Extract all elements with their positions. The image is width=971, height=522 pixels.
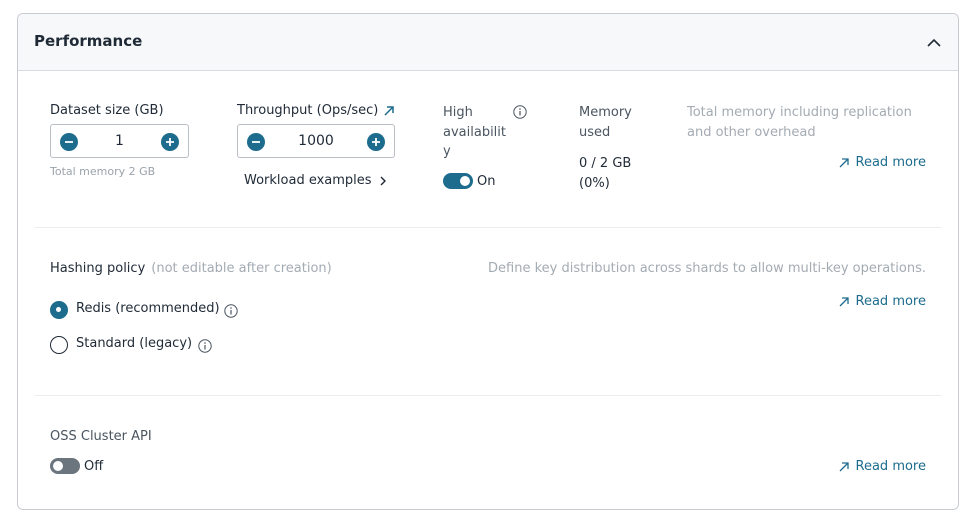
workload-examples-label: Workload examples (244, 173, 372, 188)
oss-read-more-link[interactable]: Read more (838, 459, 926, 474)
dataset-size-label: Dataset size (GB) (50, 103, 164, 118)
standard-radio[interactable] (50, 336, 68, 354)
oss-cluster-api-label: OSS Cluster API (50, 429, 152, 444)
arrow-up-right-icon (838, 296, 850, 308)
memory-used-value: 0 / 2 GB (0%) (579, 156, 632, 191)
high-availability-state: On (477, 174, 496, 189)
high-availability-label: High availabilit y (443, 105, 507, 159)
workload-examples-link[interactable]: Workload examples (244, 173, 388, 188)
hashing-policy-note: (not editable after creation) (151, 261, 332, 276)
chevron-up-icon[interactable] (924, 34, 944, 52)
throughput-input[interactable] (266, 125, 366, 157)
chevron-right-icon (378, 175, 388, 187)
external-link-icon[interactable] (382, 104, 396, 118)
section-divider (34, 395, 941, 396)
plus-icon[interactable] (161, 133, 179, 151)
plus-icon[interactable] (367, 133, 385, 151)
memory-read-more-link[interactable]: Read more (838, 155, 926, 170)
info-icon[interactable] (224, 303, 238, 318)
throughput-label: Throughput (Ops/sec) (237, 103, 379, 118)
minus-icon[interactable] (60, 133, 78, 151)
memory-used-label: Memory used (579, 105, 632, 140)
info-icon[interactable] (513, 104, 527, 119)
oss-cluster-api-toggle[interactable] (50, 458, 80, 474)
redis-option-label: Redis (recommended) (76, 301, 220, 316)
hashing-policy-label-row: Hashing policy (not editable after creat… (50, 261, 332, 276)
hashing-read-more-link[interactable]: Read more (838, 294, 926, 309)
info-icon[interactable] (198, 338, 212, 353)
arrow-up-right-icon (838, 157, 850, 169)
section-divider (34, 227, 941, 228)
high-availability-toggle[interactable] (443, 173, 473, 189)
redis-radio[interactable] (50, 301, 68, 319)
standard-option-label: Standard (legacy) (76, 336, 193, 351)
throughput-label-row: Throughput (Ops/sec) (237, 103, 396, 118)
total-memory-hint: Total memory 2 GB (50, 165, 156, 178)
panel-header[interactable]: Performance (18, 14, 958, 71)
memory-description: Total memory including replication and o… (687, 105, 912, 140)
hashing-description: Define key distribution across shards to… (488, 261, 926, 276)
oss-cluster-api-state: Off (84, 459, 104, 474)
throughput-stepper (237, 124, 395, 158)
arrow-up-right-icon (838, 461, 850, 473)
dataset-size-input[interactable] (79, 125, 160, 157)
dataset-size-stepper (50, 124, 189, 158)
minus-icon[interactable] (247, 133, 265, 151)
hashing-policy-label: Hashing policy (50, 261, 146, 276)
panel-title: Performance (34, 32, 143, 50)
